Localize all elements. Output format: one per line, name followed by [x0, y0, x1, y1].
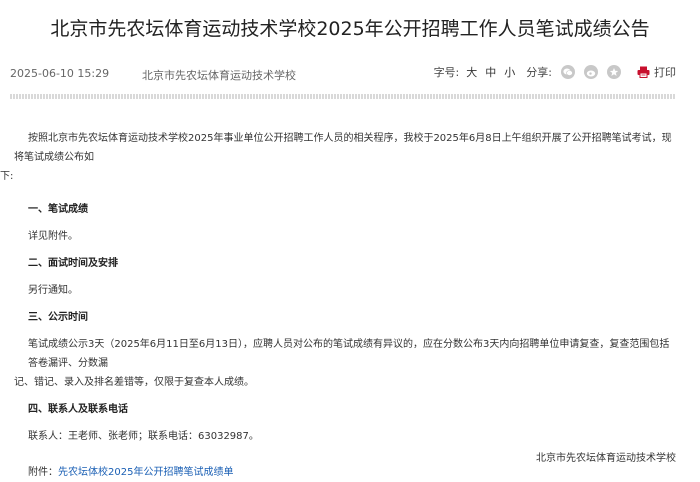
article-source: 北京市先农坛体育运动技术学校: [142, 69, 296, 82]
print-button[interactable]: 打印: [637, 64, 676, 80]
article-title: 北京市先农坛体育运动技术学校2025年公开招聘工作人员笔试成绩公告: [50, 18, 650, 40]
intro-line-2: 下:: [0, 171, 14, 182]
section-heading: 三、公示时间: [28, 312, 88, 323]
section-text: 联系人：王老师、张老师；联系电话：63032987。: [28, 431, 259, 442]
article-body: 按照北京市先农坛体育运动技术学校2025年事业单位公开招聘工作人员的相关程序，我…: [0, 129, 676, 482]
attachment-line: 附件：先农坛体校2025年公开招聘笔试成绩单: [14, 463, 676, 482]
attachment-link[interactable]: 先农坛体校2025年公开招聘笔试成绩单: [58, 467, 233, 478]
share-label: 分享:: [526, 66, 552, 79]
attachment-label: 附件：: [28, 467, 58, 478]
section-text-paragraph: 笔试成绩公示3天（2025年6月11日至6月13日），应聘人员对公布的笔试成绩有…: [14, 335, 676, 392]
print-label: 打印: [654, 66, 676, 79]
wechat-icon[interactable]: [561, 65, 575, 79]
section-text: 详见附件。: [28, 231, 78, 242]
section-heading: 四、联系人及联系电话: [28, 404, 128, 415]
weibo-icon[interactable]: [584, 65, 598, 79]
intro-paragraph: 按照北京市先农坛体育运动技术学校2025年事业单位公开招聘工作人员的相关程序，我…: [0, 129, 676, 186]
section-heading: 二、面试时间及安排: [28, 258, 118, 269]
font-size-large-button[interactable]: 大: [466, 64, 477, 80]
article-tools: 字号: 大 中 小 分享: 打印: [434, 64, 676, 80]
font-size-small-button[interactable]: 小: [504, 64, 515, 80]
publish-date: 2025-06-10 15:29: [10, 67, 110, 80]
header-divider: [10, 94, 676, 99]
font-size-label: 字号:: [433, 66, 460, 79]
article-meta: 2025-06-10 15:29 北京市先农坛体育运动技术学校 字号: 大 中 …: [10, 64, 676, 84]
intro-line-1: 按照北京市先农坛体育运动技术学校2025年事业单位公开招聘工作人员的相关程序，我…: [14, 133, 672, 163]
font-size-medium-button[interactable]: 中: [485, 64, 496, 80]
printer-icon: [637, 66, 650, 78]
signature: 北京市先农坛体育运动技术学校: [536, 453, 676, 464]
section-text: 另行通知。: [28, 285, 78, 296]
section-text-line: 记、错记、录入及排名差错等，仅限于复查本人成绩。: [14, 377, 254, 388]
section-text-line: 笔试成绩公示3天（2025年6月11日至6月13日），应聘人员对公布的笔试成绩有…: [28, 339, 670, 369]
section-heading: 一、笔试成绩: [28, 204, 88, 215]
qzone-icon[interactable]: [607, 65, 621, 79]
